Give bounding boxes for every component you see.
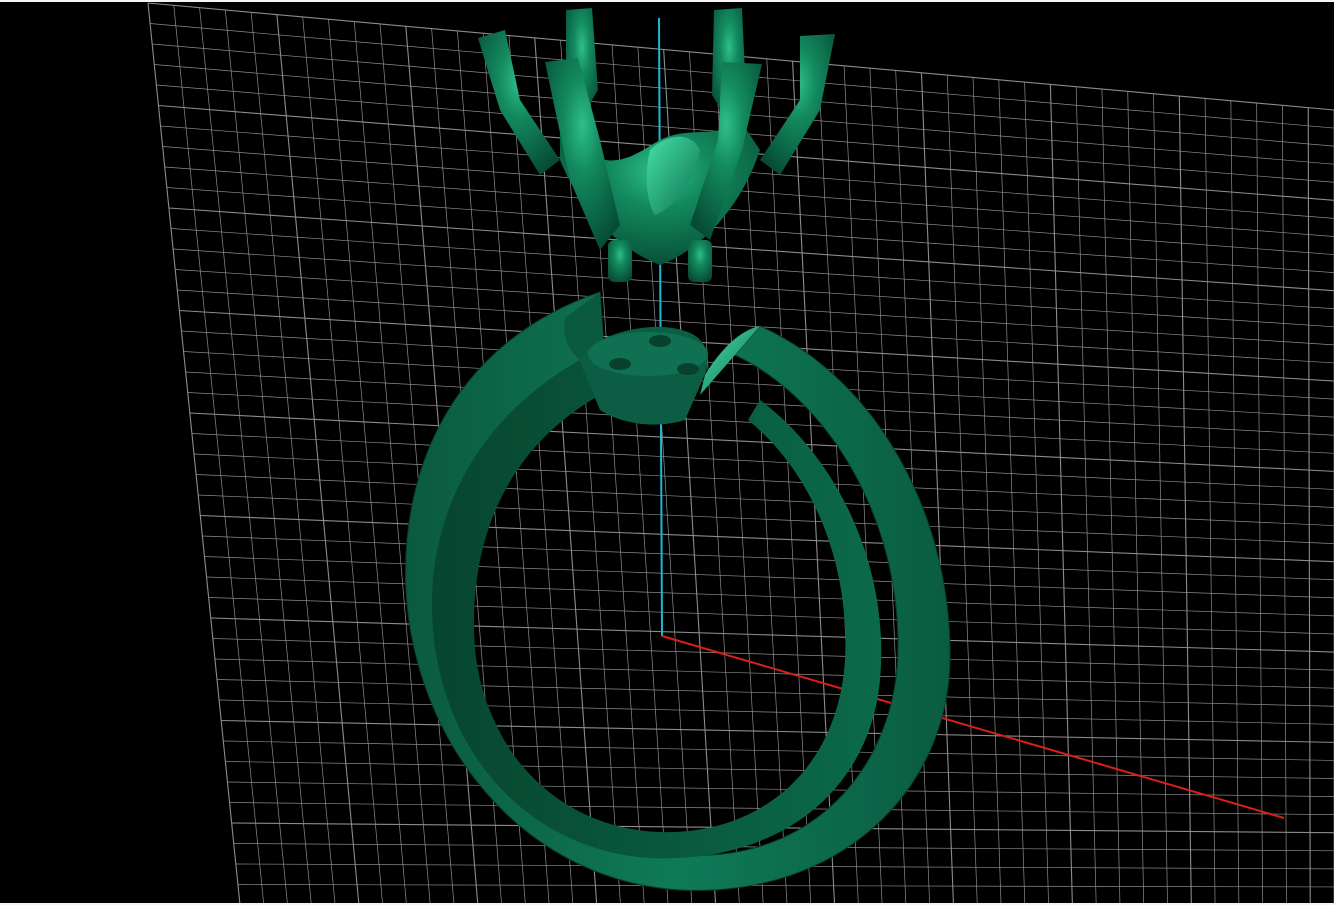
grid-line-horizontal bbox=[204, 556, 1334, 599]
grid-line-horizontal bbox=[168, 207, 1334, 292]
grid-line-horizontal bbox=[198, 494, 1334, 544]
grid-line-horizontal bbox=[223, 740, 1334, 761]
grid-line-horizontal bbox=[170, 228, 1334, 310]
3d-viewport[interactable] bbox=[0, 0, 1334, 905]
head-seat-with-holes[interactable] bbox=[580, 326, 708, 425]
grid-line-horizontal bbox=[210, 617, 1334, 653]
grid-line-horizontal bbox=[219, 699, 1334, 725]
grid-line-horizontal bbox=[212, 638, 1334, 671]
grid-line-horizontal bbox=[221, 719, 1334, 743]
grid-line-horizontal bbox=[196, 474, 1334, 526]
grid-line-horizontal bbox=[164, 166, 1334, 255]
grid-line-horizontal bbox=[166, 187, 1334, 273]
3d-scene[interactable] bbox=[0, 0, 1334, 905]
grid-line-horizontal bbox=[200, 514, 1334, 563]
grid-line-horizontal bbox=[173, 248, 1334, 328]
grid-line-horizontal bbox=[202, 535, 1334, 581]
grid-line-horizontal bbox=[206, 576, 1334, 617]
viewport-top-border bbox=[0, 0, 1334, 2]
grid-line-horizontal bbox=[208, 597, 1334, 635]
